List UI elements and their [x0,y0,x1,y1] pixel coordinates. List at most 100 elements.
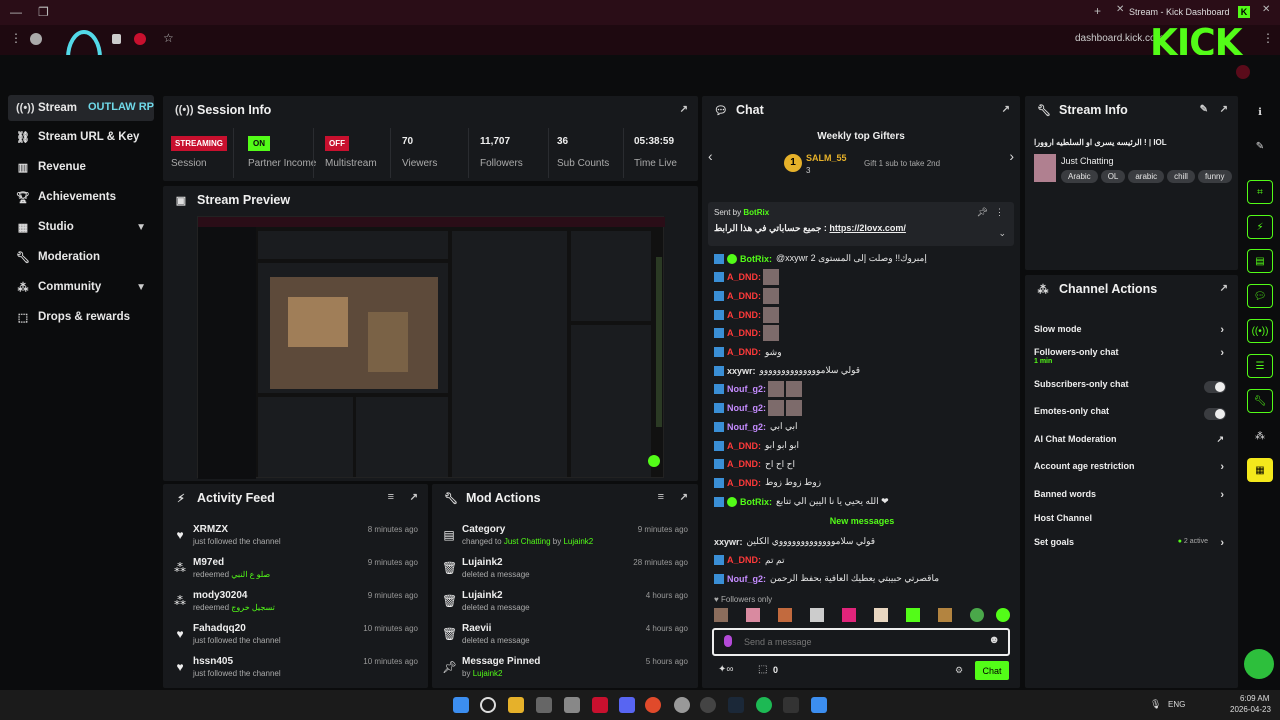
chevron-left-icon[interactable]: ‹ [708,148,713,164]
steam-icon[interactable] [728,697,744,713]
emote[interactable] [714,608,728,622]
chat-username[interactable]: xxywr: [727,366,756,376]
points-icon[interactable]: ✦∞ [718,664,734,675]
chat-username[interactable]: A_DND: [727,555,761,565]
subscribers-only-toggle[interactable] [1204,381,1226,393]
activity-user[interactable]: mody30204 [193,590,247,601]
chat-username[interactable]: BotRix: [740,254,772,264]
extension-icon[interactable] [134,33,146,45]
bookmark-star-icon[interactable]: ☆ [163,31,174,45]
tab-title[interactable]: Stream - Kick Dashboard [1129,7,1230,17]
minimize-icon[interactable]: — [10,5,22,19]
microphone-icon[interactable] [724,635,732,647]
emote[interactable] [778,608,792,622]
spotify-icon[interactable] [756,697,772,713]
chat-input-box[interactable]: ☻ [712,628,1010,656]
popout-icon[interactable]: ↗ [680,104,688,115]
action-account-age[interactable]: Account age restriction › [1034,461,1230,481]
chat-username[interactable]: A_DND: [727,347,761,357]
tab-close-icon[interactable]: ✕ [1116,4,1124,15]
popout-icon[interactable]: ↗ [410,492,418,503]
window-close-icon[interactable]: ✕ [1262,4,1270,15]
emote[interactable] [906,608,920,622]
clock-time[interactable]: 6:09 AM [1240,694,1269,703]
browser-menu-icon[interactable]: ⋮ [1262,31,1274,45]
emote[interactable] [810,608,824,622]
windows-start-icon[interactable] [453,697,469,713]
info-icon[interactable]: ℹ [1247,100,1273,124]
sidebar-item-revenue[interactable]: ▥ Revenue [8,154,154,180]
activity-user[interactable]: hssn405 [193,656,233,667]
emoji-icon[interactable]: ☻ [988,634,1000,646]
emote[interactable] [970,608,984,622]
notes-icon[interactable] [536,697,552,713]
sidebar-item-drops[interactable]: ⬚ Drops & rewards [8,304,154,330]
restore-icon[interactable]: ❐ [38,5,49,19]
popout-icon[interactable]: ↗ [1220,104,1228,115]
user-avatar[interactable] [1236,65,1250,79]
emote[interactable] [746,608,760,622]
chat-username[interactable]: A_DND: [727,459,761,469]
broadcast-icon[interactable]: ((•)) [1247,319,1273,343]
action-set-goals[interactable]: Set goals ● 2 active › [1034,537,1230,557]
language-indicator[interactable]: ENG [1168,700,1185,709]
sidebar-item-stream[interactable]: ((•)) Stream OUTLAW RP [8,95,154,121]
voice-call-icon[interactable] [1244,649,1274,679]
pin-icon[interactable]: 📌︎ [977,207,988,218]
discord-icon[interactable] [619,697,635,713]
app-icon[interactable] [564,697,580,713]
xbox-icon[interactable] [783,697,799,713]
sidebar-item-community[interactable]: ⁂ Community ▼ [8,274,154,300]
popout-icon[interactable]: ↗ [680,492,688,503]
chrome-icon[interactable] [645,697,661,713]
send-chat-button[interactable]: Chat [975,661,1009,680]
action-ai-moderation[interactable]: AI Chat Moderation ↗ [1034,434,1230,454]
chat-username[interactable]: BotRix: [740,497,772,507]
emotes-only-toggle[interactable] [1204,408,1226,420]
chat-username[interactable]: A_DND: [727,310,761,320]
chevron-right-icon[interactable]: › [1009,148,1014,164]
chat-username[interactable]: xxywr: [714,537,743,547]
file-explorer-icon[interactable] [508,697,524,713]
chat-input[interactable] [744,633,974,651]
edit-pencil-icon[interactable]: ✎ [1247,134,1273,158]
emote[interactable] [842,608,856,622]
chat-username[interactable]: A_DND: [727,478,761,488]
activity-user[interactable]: M97ed [193,557,224,568]
tag-chip[interactable]: chill [1167,170,1195,183]
wrench-icon[interactable]: 🔧︎ [1247,389,1273,413]
category-thumbnail[interactable] [1034,154,1056,182]
moderator-name[interactable]: Lujaink2 [473,669,503,678]
chat-username[interactable]: A_DND: [727,328,761,338]
list-icon[interactable]: ☰ [1247,354,1273,378]
search-icon[interactable] [480,697,496,713]
tag-chip[interactable]: OL [1100,170,1126,183]
tag-chip[interactable]: arabic [1128,170,1165,183]
edit-pencil-icon[interactable]: ✎ [1200,104,1208,115]
action-slow-mode[interactable]: Slow mode › [1034,324,1230,344]
clip-icon[interactable]: ⌗ [1247,180,1273,204]
chevron-down-icon[interactable]: ⌄ [998,228,1006,239]
chat-username[interactable]: A_DND: [727,291,761,301]
sidebar-item-stream-url[interactable]: ⛓ Stream URL & Key [8,124,154,150]
mod-title[interactable]: Raevii [462,623,491,634]
category-name[interactable]: Just Chatting [1061,156,1114,166]
app-icon[interactable] [674,697,690,713]
sidebar-item-moderation[interactable]: 🔧︎ Moderation [8,244,154,270]
mod-title[interactable]: Lujaink2 [462,590,503,601]
tag-chip[interactable]: funny [1197,170,1232,183]
action-banned-words[interactable]: Banned words › [1034,489,1230,509]
settings-gear-icon[interactable]: ⚙ [955,665,963,676]
tag-chip[interactable]: Arabic [1061,170,1098,183]
gift-icon[interactable]: ⬚ [758,664,767,675]
popout-icon[interactable]: ↗ [1002,104,1010,115]
clock-date[interactable]: 2026-04-23 [1230,705,1271,714]
moderator-name[interactable]: Lujaink2 [563,537,593,546]
action-host-channel[interactable]: Host Channel [1034,513,1230,533]
top-gifter-name[interactable]: SALM_55 [806,153,847,163]
obs-icon[interactable] [700,697,716,713]
mod-title[interactable]: Lujaink2 [462,557,503,568]
menu-dots-icon[interactable]: ⋮ [10,31,22,45]
chat-username[interactable]: Nouf_g2: [727,574,766,584]
chat-username[interactable]: Nouf_g2: [727,422,766,432]
